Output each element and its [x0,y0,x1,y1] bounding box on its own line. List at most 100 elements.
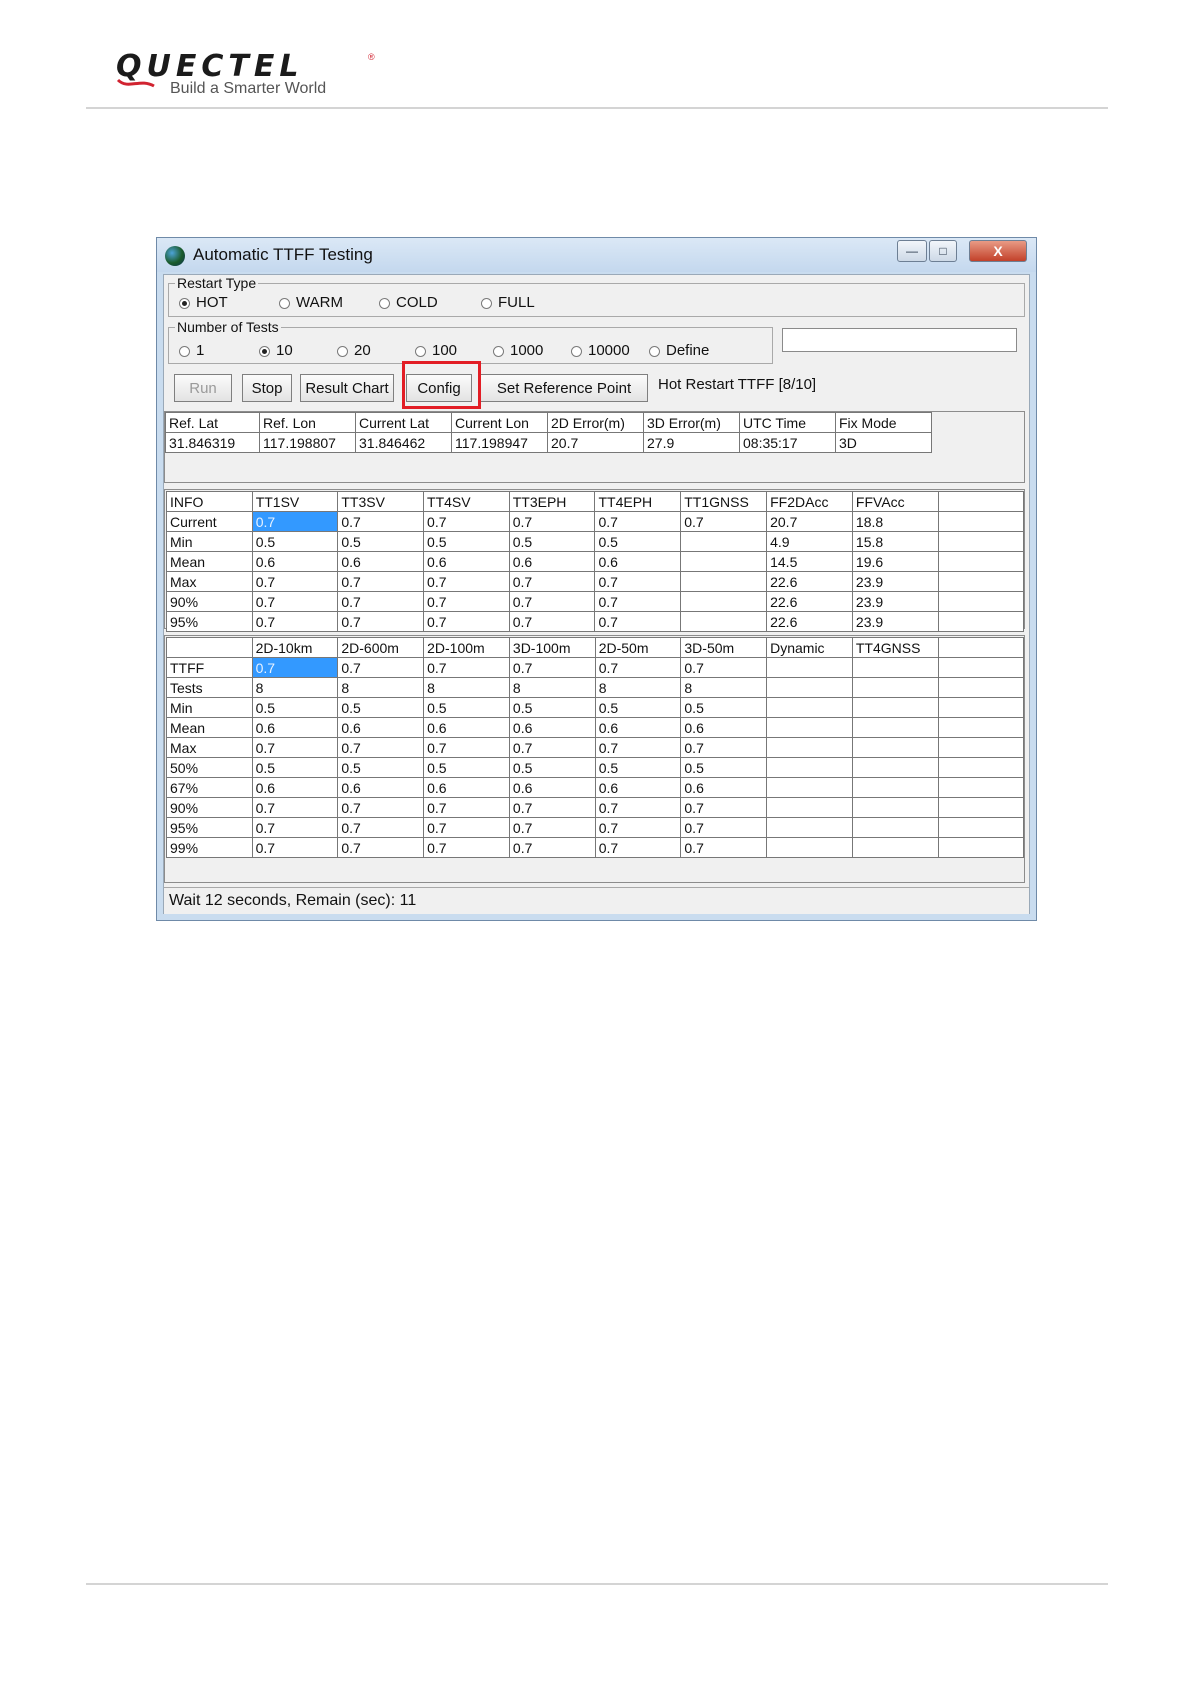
ttff-row-label[interactable]: Mean [166,717,253,738]
ttff-cell[interactable]: 0.5 [423,757,510,778]
ttff-row-label[interactable]: Max [166,737,253,758]
ttff-cell[interactable]: 0.6 [680,777,768,798]
ttff-cell[interactable]: 0.7 [251,657,339,678]
info-cell[interactable]: 0.7 [423,611,510,632]
info-cell[interactable]: 0.7 [594,611,682,632]
ttff-cell[interactable]: 0.7 [594,797,682,818]
ttff-cell[interactable]: 0.6 [337,777,425,798]
ttff-column-header[interactable] [937,637,1025,658]
minimize-button[interactable]: — [897,240,927,262]
ttff-cell[interactable]: 0.6 [423,777,510,798]
position-column-header[interactable]: 3D Error(m) [643,412,740,433]
info-cell[interactable] [937,611,1025,632]
ttff-cell[interactable] [766,697,853,718]
ttff-cell[interactable]: 0.5 [680,697,768,718]
ttff-cell[interactable]: 0.7 [508,837,596,858]
info-cell[interactable] [680,551,768,572]
ttff-column-header[interactable]: 2D-100m [423,637,510,658]
ttff-cell[interactable]: 0.5 [337,697,425,718]
restart-type-option-warm[interactable]: WARM [279,294,343,312]
position-cell[interactable]: 08:35:17 [739,432,836,453]
info-cell[interactable]: 0.6 [508,551,596,572]
info-cell[interactable]: 20.7 [766,511,853,532]
info-cell[interactable]: 0.7 [423,571,510,592]
ttff-cell[interactable] [766,837,853,858]
ttff-cell[interactable]: 0.7 [680,817,768,838]
position-column-header[interactable]: Fix Mode [835,412,932,433]
maximize-button[interactable]: □ [929,240,957,262]
info-cell[interactable]: 0.7 [594,591,682,612]
info-cell[interactable] [937,551,1025,572]
ttff-column-header[interactable]: Dynamic [766,637,853,658]
ttff-cell[interactable]: 0.6 [680,717,768,738]
ttff-cell[interactable]: 0.7 [251,837,339,858]
info-cell[interactable]: 18.8 [851,511,939,532]
position-column-header[interactable]: Current Lon [451,412,548,433]
ttff-row-label[interactable]: 95% [166,817,253,838]
info-cell[interactable]: 0.7 [423,511,510,532]
info-cell[interactable]: 0.7 [337,571,425,592]
ttff-cell[interactable]: 0.6 [251,777,339,798]
ttff-cell[interactable]: 0.7 [251,817,339,838]
info-cell[interactable]: 0.7 [337,511,425,532]
radio-icon[interactable] [571,345,582,357]
info-column-header[interactable]: TT3SV [337,491,425,512]
ttff-cell[interactable]: 0.6 [594,777,682,798]
position-cell[interactable]: 20.7 [547,432,644,453]
tests-count-option-100[interactable]: 100 [415,342,457,360]
info-row-label[interactable]: Max [166,571,253,592]
ttff-cell[interactable]: 0.6 [594,717,682,738]
ttff-cell[interactable] [937,737,1025,758]
ttff-cell[interactable] [937,817,1025,838]
ttff-column-header[interactable]: 3D-50m [680,637,768,658]
ttff-column-header[interactable]: 3D-100m [508,637,596,658]
ttff-cell[interactable] [937,797,1025,818]
ttff-cell[interactable]: 0.5 [251,757,339,778]
ttff-cell[interactable]: 0.5 [423,697,510,718]
info-column-header[interactable]: TT1SV [251,491,339,512]
ttff-cell[interactable]: 0.7 [251,737,339,758]
info-column-header[interactable]: FFVAcc [851,491,939,512]
ttff-row-label[interactable]: 50% [166,757,253,778]
info-cell[interactable]: 19.6 [851,551,939,572]
ttff-cell[interactable]: 0.7 [423,837,510,858]
ttff-cell[interactable]: 0.6 [423,717,510,738]
ttff-cell[interactable]: 0.5 [594,757,682,778]
position-cell[interactable]: 3D [835,432,932,453]
position-cell[interactable]: 31.846462 [355,432,452,453]
info-cell[interactable]: 0.6 [337,551,425,572]
info-cell[interactable]: 4.9 [766,531,853,552]
ttff-row-label[interactable]: 90% [166,797,253,818]
ttff-cell[interactable] [851,677,939,698]
info-cell[interactable] [937,531,1025,552]
ttff-cell[interactable]: 8 [337,677,425,698]
info-cell[interactable]: 0.6 [594,551,682,572]
ttff-row-label[interactable]: Min [166,697,253,718]
info-cell[interactable]: 22.6 [766,591,853,612]
restart-type-option-full[interactable]: FULL [481,294,535,312]
position-column-header[interactable]: UTC Time [739,412,836,433]
ttff-row-label[interactable]: Tests [166,677,253,698]
ttff-cell[interactable]: 8 [594,677,682,698]
ttff-cell[interactable] [851,797,939,818]
info-column-header[interactable]: FF2DAcc [766,491,853,512]
ttff-cell[interactable] [766,777,853,798]
ttff-column-header[interactable]: TT4GNSS [851,637,939,658]
stop-button[interactable]: Stop [242,374,292,402]
set-reference-point-button[interactable]: Set Reference Point [480,374,648,402]
ttff-cell[interactable]: 0.7 [508,657,596,678]
ttff-cell[interactable]: 0.7 [594,657,682,678]
info-cell[interactable] [937,591,1025,612]
info-cell[interactable]: 0.7 [594,571,682,592]
ttff-cell[interactable] [766,797,853,818]
info-cell[interactable]: 0.7 [423,591,510,612]
info-cell[interactable]: 0.6 [423,551,510,572]
ttff-cell[interactable]: 0.7 [594,837,682,858]
ttff-cell[interactable] [766,737,853,758]
ttff-row-label[interactable]: TTFF [166,657,253,678]
info-cell[interactable]: 0.7 [251,611,339,632]
info-cell[interactable]: 0.7 [508,591,596,612]
ttff-cell[interactable] [937,777,1025,798]
ttff-cell[interactable]: 0.5 [508,757,596,778]
ttff-cell[interactable] [937,717,1025,738]
